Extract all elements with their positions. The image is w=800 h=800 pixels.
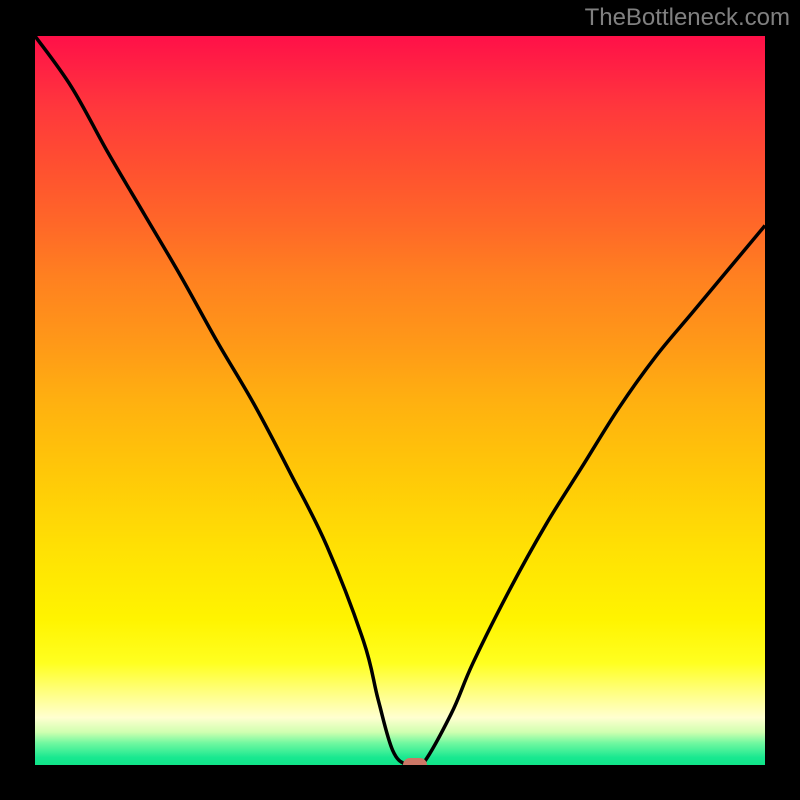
chart-container: TheBottleneck.com [0,0,800,800]
plot-area [35,36,765,765]
bottleneck-curve [35,36,765,765]
watermark-text: TheBottleneck.com [585,4,790,32]
optimal-marker [403,758,427,765]
